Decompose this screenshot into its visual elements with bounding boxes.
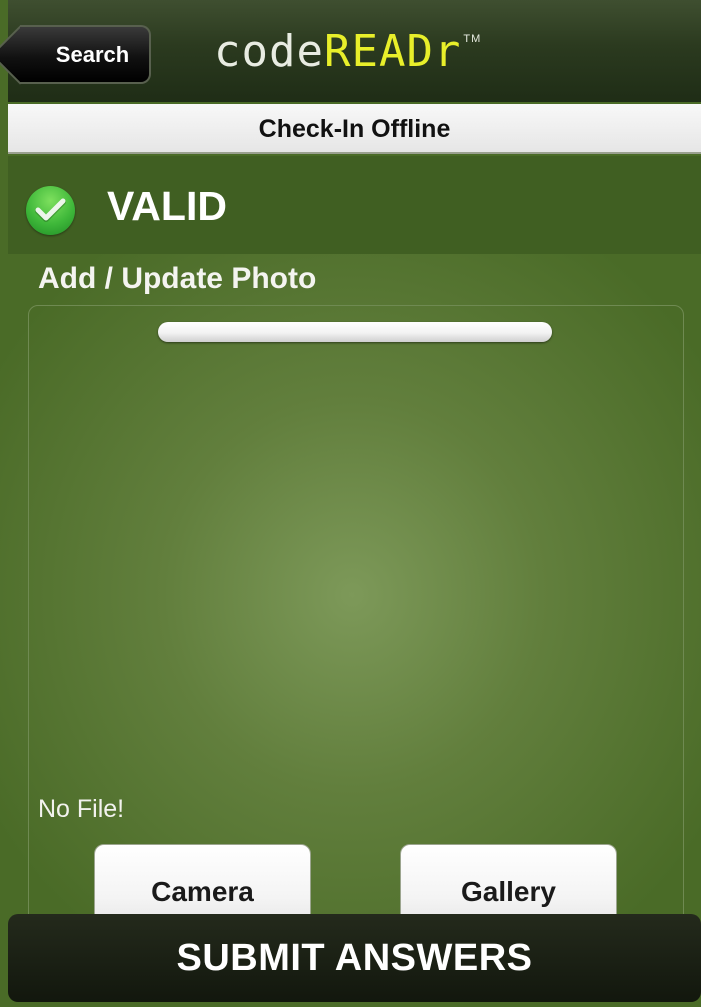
page-title: Check-In Offline (8, 104, 701, 154)
photo-section-title: Add / Update Photo (38, 262, 317, 295)
logo-trademark: TM (463, 33, 482, 45)
submit-answers-button[interactable]: SUBMIT ANSWERS (8, 914, 701, 1002)
back-search-button[interactable]: Search (20, 25, 151, 84)
logo-reader-text: READr (323, 26, 462, 77)
status-text: VALID (107, 183, 227, 229)
checkmark-icon (26, 186, 75, 235)
app-logo: codeREADr TM (214, 22, 481, 93)
app-screen: Search codeREADr TM Check-In Offline VALI… (0, 0, 701, 1007)
status-banner: VALID (8, 156, 701, 254)
photo-slider-bar[interactable] (158, 322, 552, 342)
file-status-text: No File! (38, 795, 125, 823)
logo-code-text: code (214, 26, 324, 77)
